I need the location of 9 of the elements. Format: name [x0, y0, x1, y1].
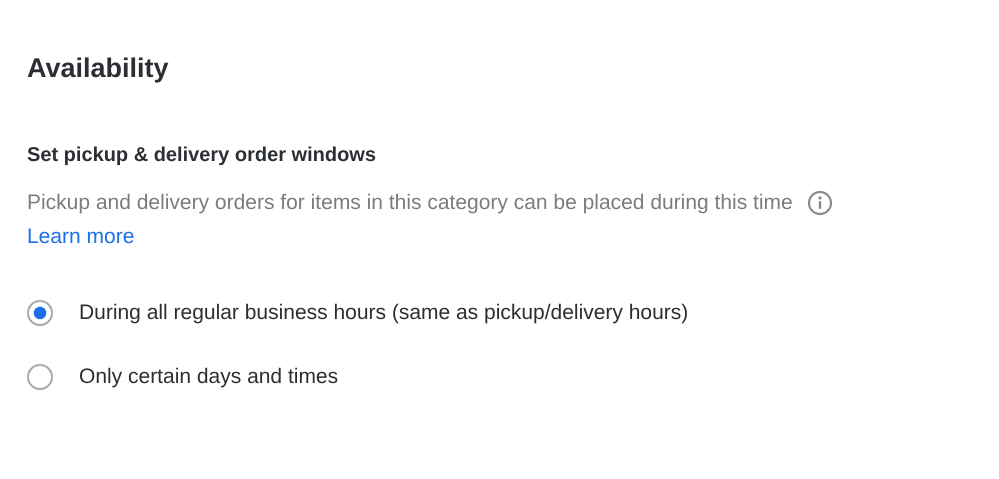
- option-label: During all regular business hours (same as pickup/delivery hours): [79, 300, 688, 326]
- section-heading: Availability: [27, 52, 170, 85]
- radio-button[interactable]: [27, 300, 53, 326]
- learn-more-link[interactable]: Learn more: [27, 222, 134, 252]
- info-icon[interactable]: [806, 190, 833, 216]
- subsection-title: Set pickup & delivery order windows: [27, 143, 377, 168]
- option-label: Only certain days and times: [79, 364, 338, 390]
- radio-button[interactable]: [27, 364, 53, 390]
- description-text: Pickup and delivery orders for items in this category can be placed during this time: [27, 190, 793, 216]
